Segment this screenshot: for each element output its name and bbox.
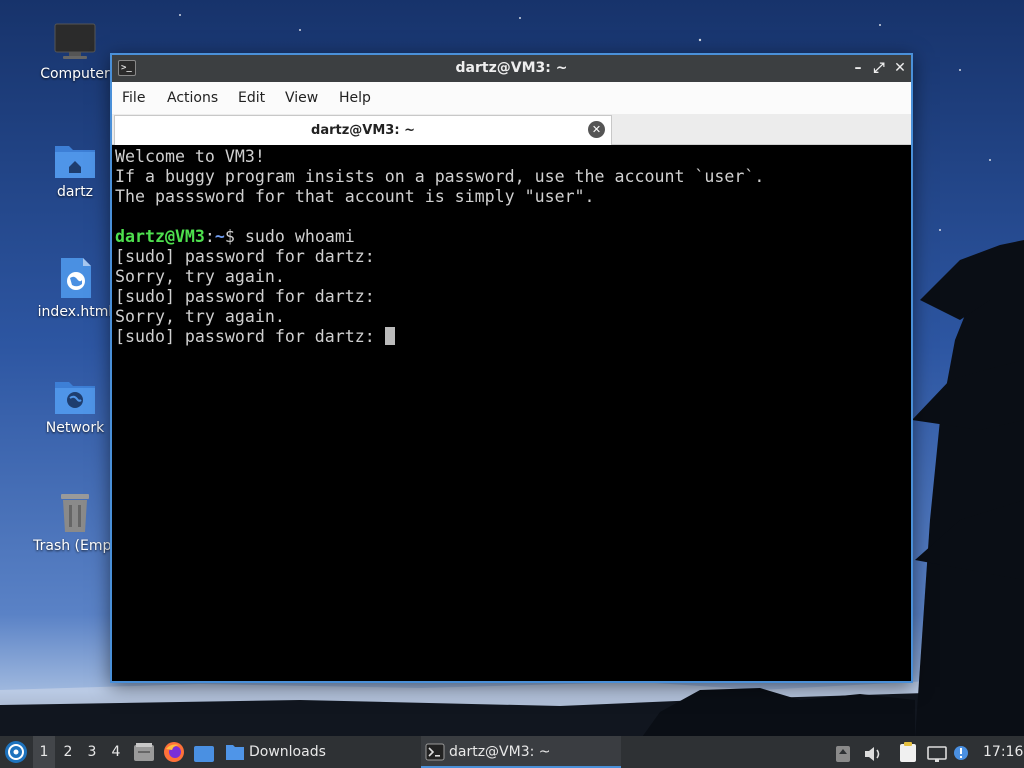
desktop-icon-network[interactable]: Network <box>27 376 123 436</box>
tray-notification-icon[interactable] <box>953 741 969 761</box>
terminal-line: Sorry, try again. <box>115 267 285 286</box>
task-terminal[interactable]: dartz@VM3: ~ <box>421 736 621 768</box>
desktop-icon-computer[interactable]: Computer <box>27 22 123 82</box>
desktop-icon-label: dartz <box>56 184 94 200</box>
info-icon <box>954 746 968 760</box>
terminal-line: The passsword for that account is simply… <box>115 187 595 206</box>
prompt-separator: : <box>204 227 215 246</box>
volume-icon <box>865 747 880 761</box>
terminal-line: Sorry, try again. <box>115 307 285 326</box>
folder-icon <box>226 745 244 760</box>
current-input-line[interactable]: [sudo] password for dartz: <box>115 327 911 347</box>
firefox-launcher[interactable] <box>163 741 185 763</box>
workspace-3[interactable]: 3 <box>81 736 103 768</box>
network-icon <box>927 746 947 762</box>
file-manager-launcher[interactable] <box>133 742 155 762</box>
menu-view[interactable]: View <box>285 90 318 106</box>
prompt-path: ~ <box>214 227 225 246</box>
terminal-line: [sudo] password for dartz: <box>115 287 375 306</box>
desktop-icon-home[interactable]: dartz <box>27 140 123 200</box>
window-title: dartz@VM3: ~ <box>455 60 568 76</box>
desktop-icon-label: Trash (Empt <box>33 538 117 554</box>
menu-help[interactable]: Help <box>339 90 371 106</box>
terminal-icon <box>425 743 445 761</box>
menu-actions[interactable]: Actions <box>167 90 218 106</box>
menu-file[interactable]: File <box>122 90 145 106</box>
tab-terminal[interactable]: dartz@VM3: ~ ✕ <box>114 115 612 145</box>
desktop-icon-label: Network <box>45 420 105 436</box>
terminal-line: Welcome to VM3! <box>115 147 265 166</box>
terminal-line: If a buggy program insists on a password… <box>115 167 765 186</box>
home-folder-icon <box>55 146 95 178</box>
tab-strip: dartz@VM3: ~ ✕ <box>112 114 911 145</box>
window-titlebar[interactable]: >_ dartz@VM3: ~ – ⤢ ✕ <box>112 55 911 82</box>
tab-close-icon[interactable]: ✕ <box>588 121 605 138</box>
arrow-up-icon <box>836 746 850 762</box>
workspace-2[interactable]: 2 <box>57 736 79 768</box>
file-manager-icon <box>134 743 154 761</box>
menu-edit[interactable]: Edit <box>238 90 265 106</box>
show-desktop-button[interactable] <box>193 743 215 762</box>
computer-icon <box>54 23 96 59</box>
terminal-line: [sudo] password for dartz: <box>115 247 375 266</box>
clipboard-icon <box>900 742 916 762</box>
prompt-symbol: $ <box>224 227 245 246</box>
firefox-icon <box>164 742 184 762</box>
minimize-button[interactable]: – <box>849 59 867 77</box>
task-downloads[interactable]: Downloads <box>221 736 416 768</box>
tray-clipboard-icon[interactable] <box>898 741 918 763</box>
close-button[interactable]: ✕ <box>891 59 909 77</box>
desktop-icon-label: Computer <box>40 66 110 82</box>
menu-bar: File Actions Edit View Help <box>112 82 911 114</box>
tray-volume-icon[interactable] <box>863 743 883 761</box>
trash-icon <box>61 494 89 532</box>
tab-title: dartz@VM3: ~ <box>311 123 415 138</box>
task-label: Downloads <box>249 744 326 760</box>
tray-network-icon[interactable] <box>927 743 947 762</box>
html-file-icon <box>61 258 91 298</box>
prompt-command: sudo whoami <box>244 227 355 246</box>
desktop-icon <box>194 746 214 762</box>
lubuntu-logo-icon <box>5 741 27 763</box>
prompt-user-host: dartz@VM3 <box>115 227 205 246</box>
start-menu-button[interactable] <box>4 740 28 764</box>
clock[interactable]: 17:16 <box>983 736 1023 768</box>
desktop-icon-index-html[interactable]: index.html <box>27 256 123 320</box>
workspace-4[interactable]: 4 <box>105 736 127 768</box>
prompt-line: dartz@VM3:~$ sudo whoami <box>115 227 911 247</box>
terminal-output[interactable]: Welcome to VM3! If a buggy program insis… <box>112 145 911 681</box>
desktop-icon-label: index.html <box>37 304 113 320</box>
desktop-icon-trash[interactable]: Trash (Empt <box>27 490 123 554</box>
workspace-1[interactable]: 1 <box>33 736 55 768</box>
task-label: dartz@VM3: ~ <box>449 744 551 760</box>
text-cursor <box>384 327 395 345</box>
network-folder-icon <box>55 382 95 414</box>
tray-updates-icon[interactable] <box>835 743 851 762</box>
terminal-window[interactable]: >_ dartz@VM3: ~ – ⤢ ✕ File Actions Edit … <box>110 53 913 683</box>
taskbar: 1 2 3 4 Downloads dartz@VM3: ~ 17:16 <box>0 736 1024 768</box>
password-prompt: [sudo] password for dartz: <box>115 327 385 346</box>
maximize-button[interactable]: ⤢ <box>870 59 888 77</box>
